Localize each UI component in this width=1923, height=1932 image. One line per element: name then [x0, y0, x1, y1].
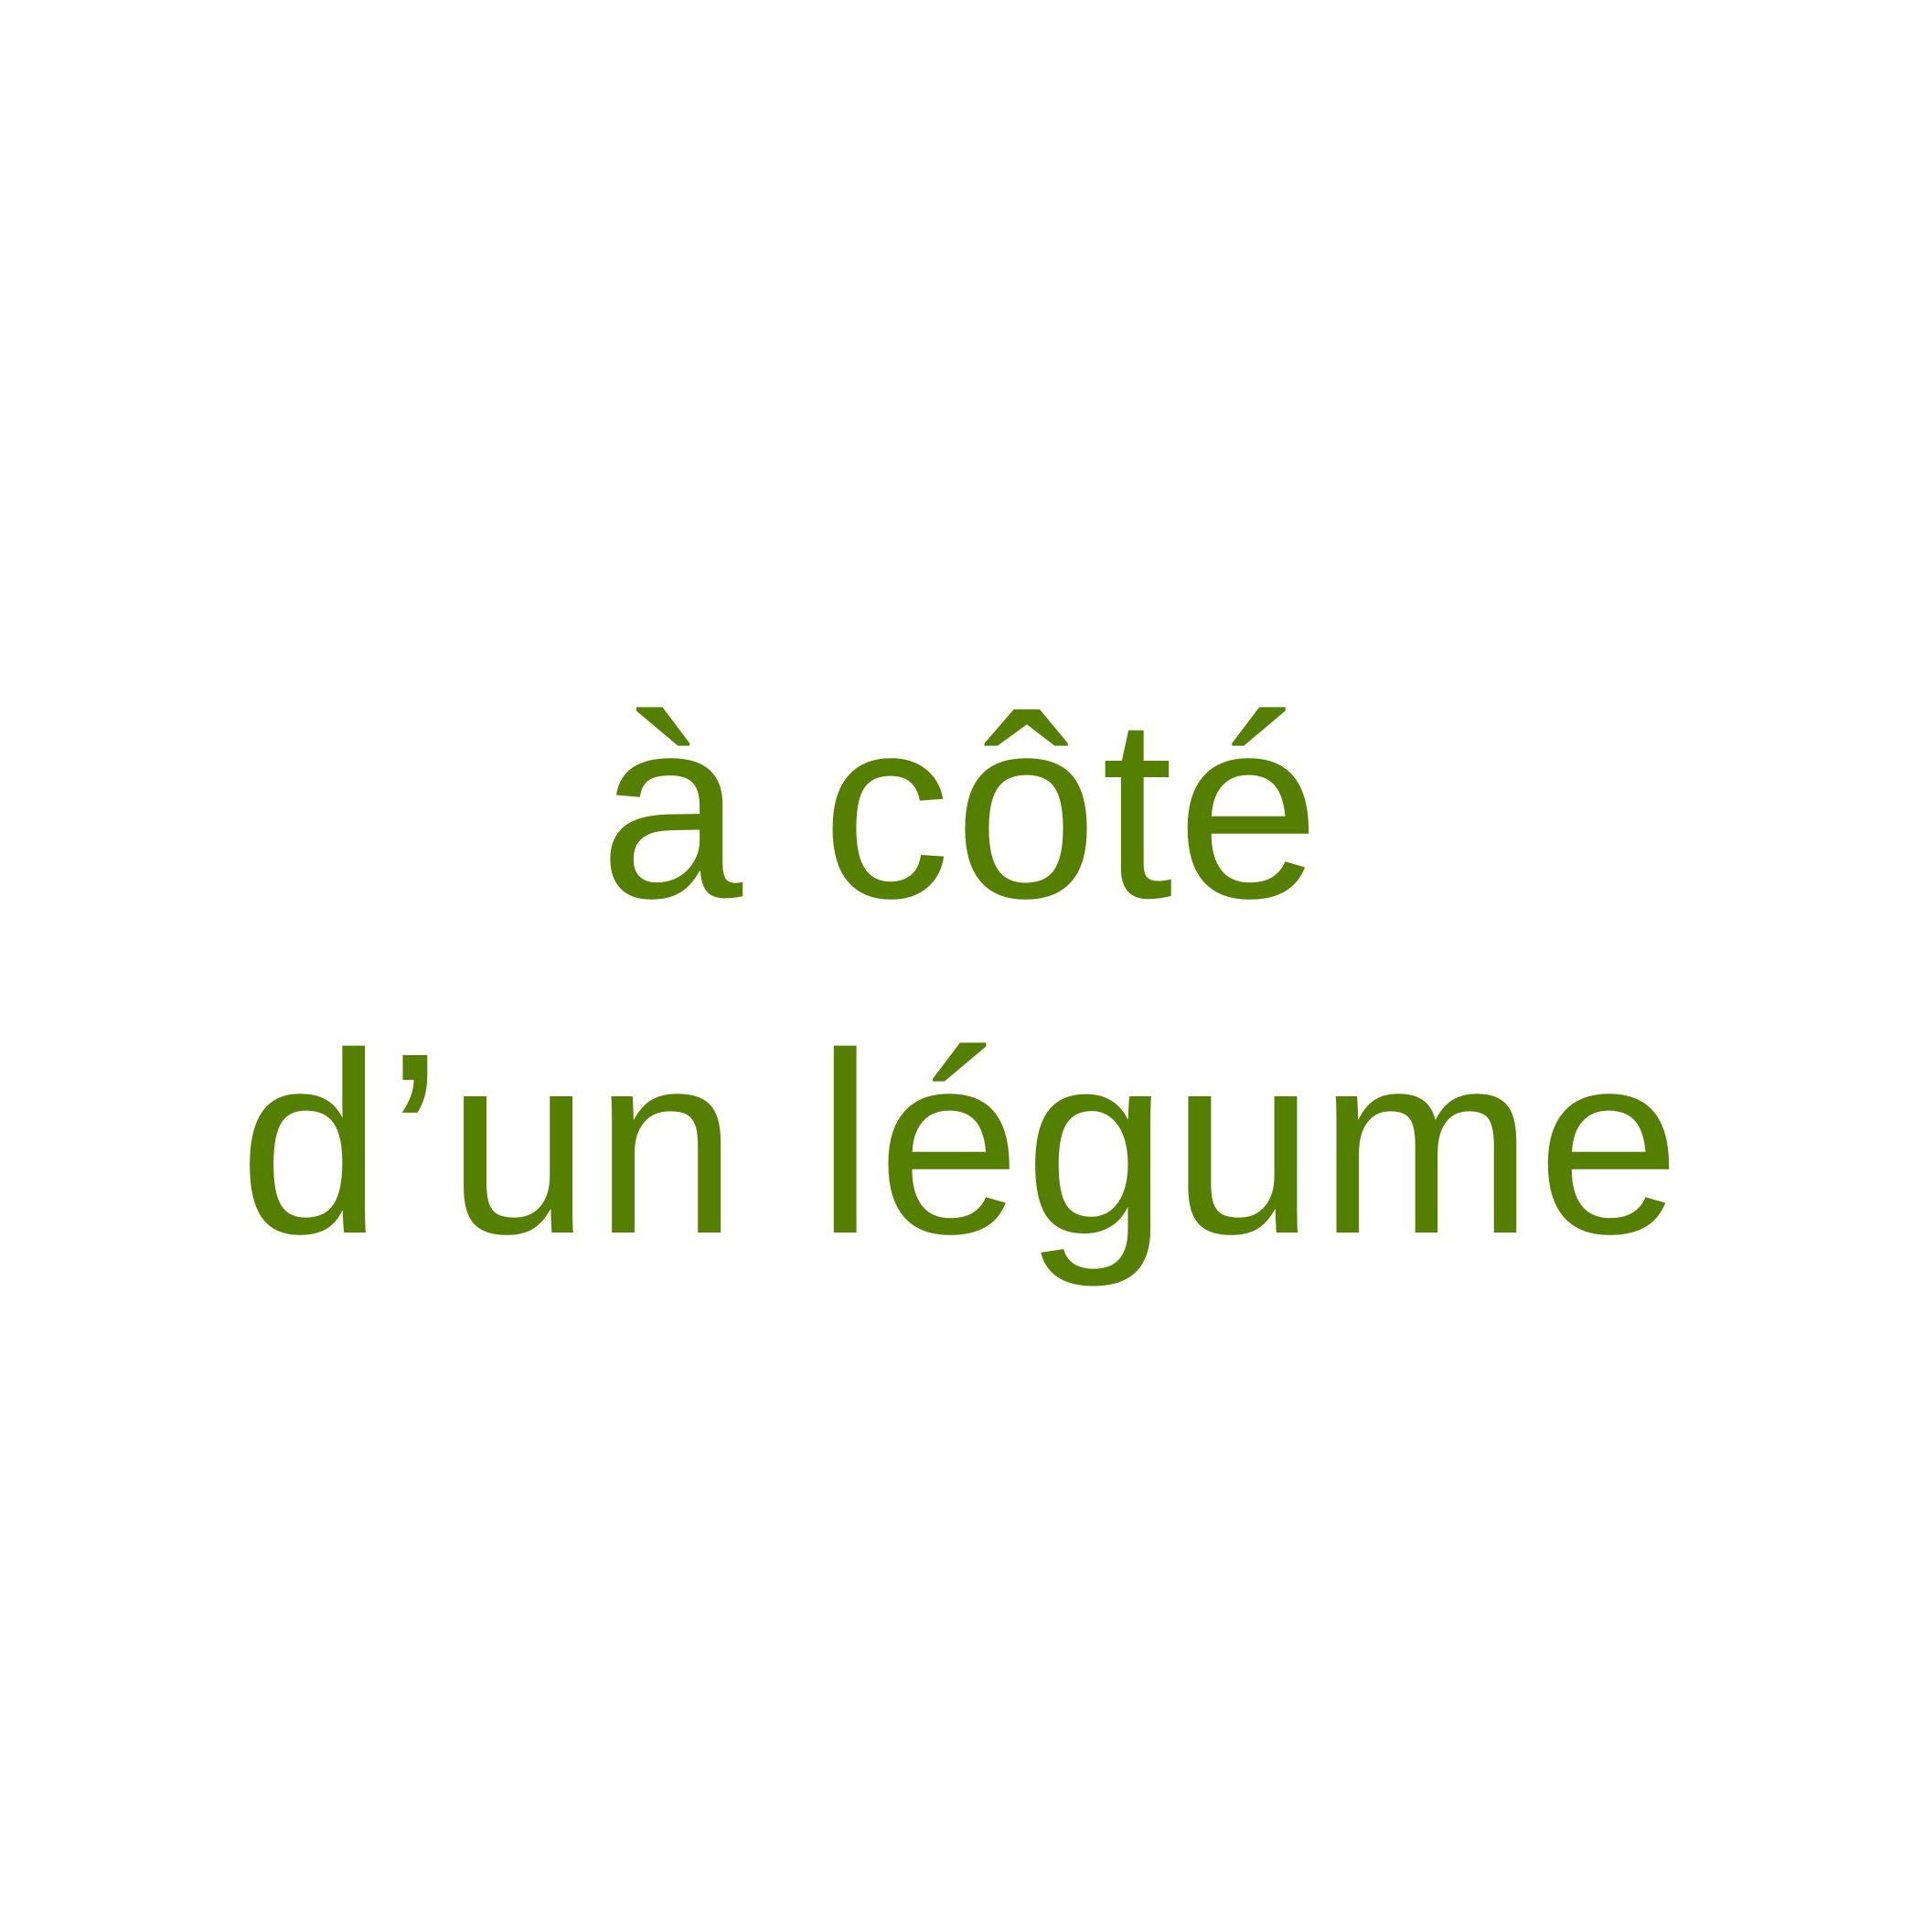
canvas: à côté d’un légume [0, 0, 1923, 1932]
phrase-line-1: à côté [599, 664, 1324, 952]
phrase-text: à côté d’un légume [0, 640, 1923, 1311]
phrase-line-2: d’un légume [239, 999, 1684, 1287]
